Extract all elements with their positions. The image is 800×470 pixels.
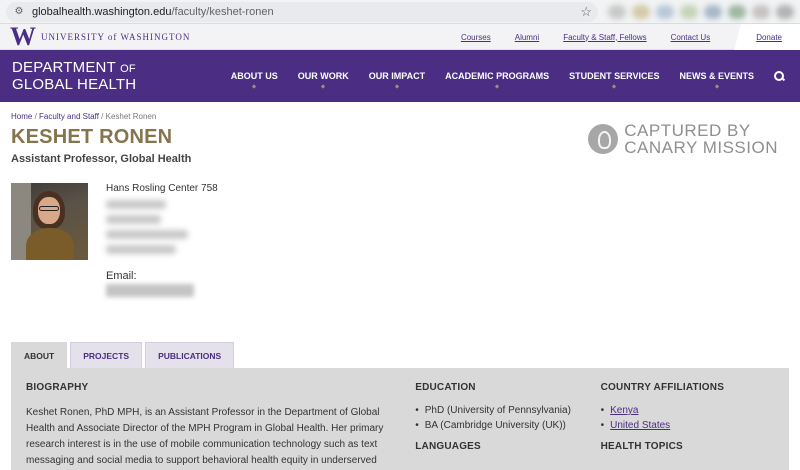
extension-icon[interactable]	[632, 4, 650, 19]
bird-logo-icon	[588, 124, 619, 154]
education-item: BA (Cambridge University (UK))	[415, 420, 588, 431]
country-section: COUNTRY AFFILIATIONS Kenya United States…	[589, 382, 775, 470]
country-heading: COUNTRY AFFILIATIONS	[600, 382, 725, 393]
education-heading: EDUCATION	[415, 382, 476, 393]
uw-wordmark[interactable]: UNIVERSITY of WASHINGTON	[41, 32, 190, 42]
biography-text: Keshet Ronen, PhD MPH, is an Assistant P…	[26, 407, 384, 466]
tab-projects[interactable]: PROJECTS	[70, 342, 143, 368]
utility-links: Courses Alumni Faculty & Staff, Fellows …	[461, 24, 800, 50]
url-text: globalhealth.washington.edu/faculty/kesh…	[32, 5, 274, 18]
extension-icon[interactable]	[728, 4, 746, 19]
extension-icon[interactable]	[704, 4, 722, 19]
profile-card: Hans Rosling Center 758 Email:	[11, 183, 789, 297]
contact-info: Hans Rosling Center 758 Email:	[106, 183, 218, 297]
email-label: Email:	[106, 270, 137, 282]
extensions-area	[608, 4, 794, 19]
health-topics-heading: HEALTH TOPICS	[600, 441, 683, 452]
nav-our-work[interactable]: OUR WORK	[298, 71, 349, 81]
education-section: EDUCATION PhD (University of Pennsylvani…	[401, 382, 588, 470]
util-link-faculty-staff[interactable]: Faculty & Staff, Fellows	[563, 33, 646, 42]
languages-heading: LANGUAGES	[415, 441, 481, 452]
site-settings-icon[interactable]: ⚙	[12, 5, 26, 19]
search-icon[interactable]	[774, 71, 784, 81]
redacted-text	[106, 245, 176, 254]
tab-publications[interactable]: PUBLICATIONS	[145, 342, 235, 368]
profile-photo	[11, 183, 88, 260]
utility-nav: W UNIVERSITY of WASHINGTON Courses Alumn…	[0, 23, 800, 50]
util-link-courses[interactable]: Courses	[461, 33, 491, 42]
extension-icon[interactable]	[608, 4, 626, 19]
page-content: Home / Faculty and Staff / Keshet Ronen …	[0, 102, 800, 470]
uw-w-logo[interactable]: W	[10, 23, 36, 49]
breadcrumb-faculty[interactable]: Faculty and Staff	[39, 112, 99, 121]
biography-heading: BIOGRAPHY	[26, 382, 89, 393]
bookmark-star-icon[interactable]: ☆	[580, 4, 592, 20]
redacted-email	[106, 284, 194, 297]
profile-tabs: ABOUT PROJECTS PUBLICATIONS	[11, 342, 789, 368]
tab-about[interactable]: ABOUT	[11, 342, 68, 368]
country-link-kenya[interactable]: Kenya	[601, 405, 775, 416]
biography-section: BIOGRAPHY Keshet Ronen, PhD MPH, is an A…	[26, 382, 401, 470]
main-nav: ABOUT US OUR WORK OUR IMPACT ACADEMIC PR…	[211, 50, 784, 102]
country-link-united-states[interactable]: United States	[601, 420, 775, 431]
nav-our-impact[interactable]: OUR IMPACT	[369, 71, 425, 81]
breadcrumb-current: Keshet Ronen	[105, 112, 157, 121]
donate-link[interactable]: Donate	[734, 24, 800, 50]
redacted-text	[106, 230, 188, 239]
redacted-text	[106, 215, 161, 224]
extension-icon[interactable]	[776, 4, 794, 19]
about-panel: BIOGRAPHY Keshet Ronen, PhD MPH, is an A…	[11, 368, 789, 470]
extension-icon[interactable]	[656, 4, 674, 19]
nav-news-events[interactable]: NEWS & EVENTS	[679, 71, 754, 81]
office-location: Hans Rosling Center 758	[106, 183, 218, 194]
department-header: DEPARTMENT OF GLOBAL HEALTH ABOUT US OUR…	[0, 50, 800, 102]
address-bar[interactable]: ⚙ globalhealth.washington.edu/faculty/ke…	[6, 1, 598, 22]
nav-student-services[interactable]: STUDENT SERVICES	[569, 71, 659, 81]
util-link-contact[interactable]: Contact Us	[671, 33, 711, 42]
watermark-text: CAPTURED BY CANARY MISSION	[624, 121, 778, 157]
extension-icon[interactable]	[752, 4, 770, 19]
util-link-alumni[interactable]: Alumni	[515, 33, 539, 42]
browser-toolbar: ⚙ globalhealth.washington.edu/faculty/ke…	[0, 0, 800, 24]
department-title[interactable]: DEPARTMENT OF GLOBAL HEALTH	[12, 59, 136, 93]
nav-academic-programs[interactable]: ACADEMIC PROGRAMS	[445, 71, 549, 81]
breadcrumb-home[interactable]: Home	[11, 112, 32, 121]
nav-about-us[interactable]: ABOUT US	[231, 71, 278, 81]
redacted-text	[106, 200, 166, 209]
education-item: PhD (University of Pennsylvania)	[415, 405, 588, 416]
extension-icon[interactable]	[680, 4, 698, 19]
breadcrumb: Home / Faculty and Staff / Keshet Ronen	[11, 112, 157, 121]
canary-mission-watermark: CAPTURED BY CANARY MISSION	[588, 122, 778, 156]
